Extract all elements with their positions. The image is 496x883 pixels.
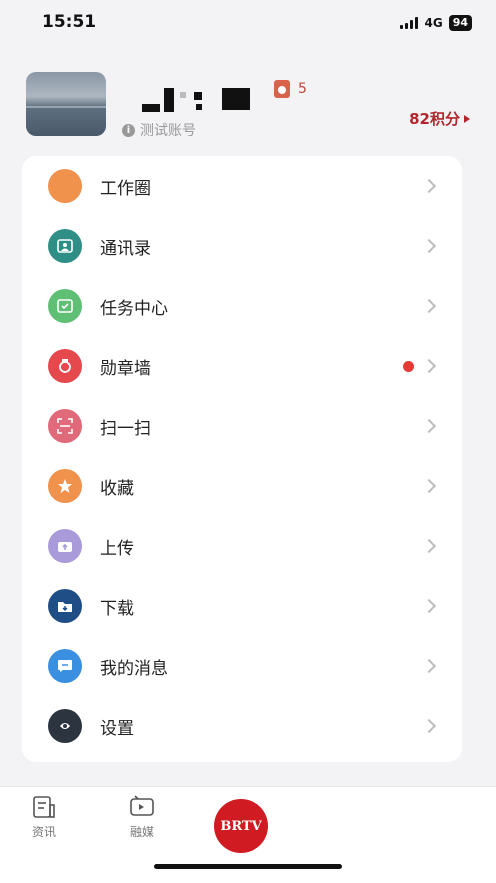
- menu-label: 扫一扫: [100, 418, 151, 439]
- brtv-logo-text: BRTV: [220, 818, 262, 834]
- media-icon: [130, 795, 154, 816]
- download-icon: [48, 589, 82, 623]
- tab-media-label: 融媒: [129, 825, 154, 839]
- points-link[interactable]: 82积分: [409, 108, 470, 129]
- notification-dot: [403, 360, 414, 372]
- profile-header[interactable]: 5 i 测试账号 82积分: [26, 72, 470, 142]
- menu-item-settings[interactable]: 设置: [22, 696, 462, 756]
- medal-summary[interactable]: 5: [274, 80, 307, 98]
- menu-label: 勋章墙: [100, 358, 151, 379]
- menu-label: 通讯录: [100, 238, 151, 259]
- menu-label: 下载: [100, 598, 134, 619]
- info-icon: i: [122, 123, 135, 137]
- menu-item-download[interactable]: 下载: [22, 576, 462, 636]
- scan-icon: [48, 409, 82, 443]
- menu-label: 工作圈: [100, 178, 151, 199]
- menu-item-medal-wall[interactable]: 勋章墙: [22, 336, 462, 396]
- tab-news-label: 资讯: [31, 825, 56, 839]
- task-icon: [48, 289, 82, 323]
- signal-icon: [400, 17, 419, 29]
- menu-label: 我的消息: [100, 658, 168, 679]
- network-type: 4G: [424, 16, 443, 30]
- menu-label: 上传: [100, 538, 134, 559]
- menu-label: 任务中心: [100, 298, 168, 319]
- news-icon: [33, 796, 55, 818]
- menu-item-messages[interactable]: 我的消息: [22, 636, 462, 696]
- message-icon: [48, 649, 82, 683]
- arrow-right-icon: [464, 114, 470, 123]
- menu-item-upload[interactable]: 上传: [22, 516, 462, 576]
- chevron-right-icon: [421, 538, 437, 554]
- chevron-right-icon: [421, 598, 437, 614]
- chevron-right-icon: [421, 358, 437, 374]
- upload-icon: [48, 529, 82, 563]
- tab-media[interactable]: 融媒: [112, 795, 172, 840]
- status-time: 15:51: [42, 12, 97, 32]
- chevron-right-icon: [421, 478, 437, 494]
- avatar[interactable]: [26, 72, 106, 136]
- chevron-right-icon: [421, 178, 437, 194]
- menu-item-scan[interactable]: 扫一扫: [22, 396, 462, 456]
- status-bar: 15:51 4G 94: [0, 0, 496, 50]
- brtv-logo-button[interactable]: BRTV: [214, 799, 268, 853]
- chevron-right-icon: [421, 238, 437, 254]
- tab-news[interactable]: 资讯: [14, 795, 74, 840]
- chevron-right-icon: [421, 298, 437, 314]
- chevron-right-icon: [421, 418, 437, 434]
- chevron-right-icon: [421, 718, 437, 734]
- contacts-icon: [48, 229, 82, 263]
- compass-icon: [48, 169, 82, 203]
- menu-item-favorites[interactable]: 收藏: [22, 456, 462, 516]
- star-icon: [48, 469, 82, 503]
- gear-icon: [48, 709, 82, 743]
- account-info: i 测试账号: [122, 120, 196, 140]
- medal-icon: [48, 349, 82, 383]
- medal-count: 5: [298, 81, 307, 97]
- menu-item-work-circle[interactable]: 工作圈: [22, 156, 462, 216]
- chevron-right-icon: [421, 658, 437, 674]
- battery-icon: 94: [448, 15, 472, 31]
- account-label: 测试账号: [140, 123, 196, 139]
- menu-label: 收藏: [100, 478, 134, 499]
- menu-item-contacts[interactable]: 通讯录: [22, 216, 462, 276]
- menu-card: 工作圈 通讯录 任务中心 勋章墙 扫一扫 收藏 上传 下载 我的消息 设置: [22, 156, 462, 762]
- menu-label: 设置: [100, 718, 134, 739]
- medal-icon: [274, 80, 290, 98]
- points-label: 82积分: [409, 110, 460, 128]
- user-name-redacted: [134, 84, 254, 114]
- home-indicator: [154, 864, 342, 869]
- status-indicators: 4G 94: [400, 15, 472, 31]
- menu-item-task-center[interactable]: 任务中心: [22, 276, 462, 336]
